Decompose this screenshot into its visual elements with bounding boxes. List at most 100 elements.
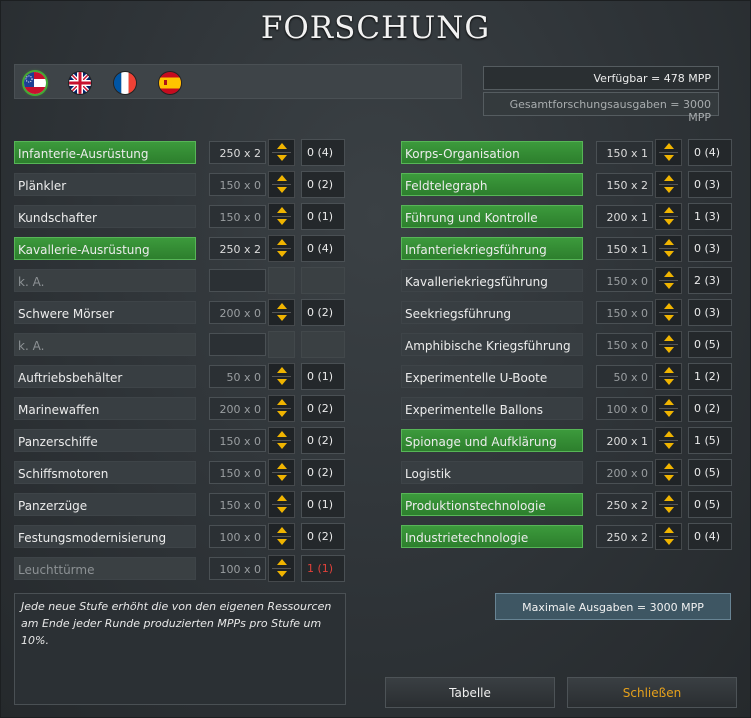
tech-name[interactable]: Seekriegsführung (401, 301, 583, 324)
tech-name[interactable]: Festungsmodernisierung (14, 525, 196, 548)
arrow-up-icon[interactable] (277, 143, 287, 149)
arrow-up-icon[interactable] (277, 175, 287, 181)
investment-stepper[interactable] (655, 427, 682, 454)
arrow-down-icon[interactable] (277, 187, 287, 193)
tech-name[interactable]: Feldtelegraph (401, 173, 583, 196)
investment-stepper[interactable] (268, 427, 295, 454)
investment-stepper[interactable] (655, 395, 682, 422)
investment-stepper[interactable] (655, 523, 682, 550)
tech-name[interactable]: Industrietechnologie (401, 525, 583, 548)
investment-stepper[interactable] (655, 203, 682, 230)
arrow-down-icon[interactable] (664, 507, 674, 513)
investment-stepper[interactable] (268, 363, 295, 390)
arrow-down-icon[interactable] (664, 251, 674, 257)
arrow-down-icon[interactable] (277, 315, 287, 321)
investment-stepper[interactable] (268, 299, 295, 326)
tech-name[interactable]: Panzerschiffe (14, 429, 196, 452)
tech-name[interactable]: Leuchttürme (14, 557, 196, 580)
arrow-down-icon[interactable] (277, 251, 287, 257)
tech-name[interactable]: Marinewaffen (14, 397, 196, 420)
table-button[interactable]: Tabelle (385, 677, 555, 708)
arrow-down-icon[interactable] (277, 219, 287, 225)
investment-stepper[interactable] (655, 491, 682, 518)
investment-stepper[interactable] (268, 523, 295, 550)
spain-flag-icon[interactable] (159, 72, 181, 94)
tech-name[interactable]: Schiffsmotoren (14, 461, 196, 484)
arrow-down-icon[interactable] (277, 443, 287, 449)
tech-name[interactable]: Experimentelle Ballons (401, 397, 583, 420)
investment-stepper[interactable] (655, 171, 682, 198)
arrow-down-icon[interactable] (664, 379, 674, 385)
arrow-up-icon[interactable] (664, 367, 674, 373)
investment-stepper[interactable] (268, 203, 295, 230)
arrow-up-icon[interactable] (277, 399, 287, 405)
arrow-down-icon[interactable] (664, 475, 674, 481)
arrow-down-icon[interactable] (664, 219, 674, 225)
tech-name[interactable]: Experimentelle U-Boote (401, 365, 583, 388)
arrow-down-icon[interactable] (277, 379, 287, 385)
investment-stepper[interactable] (268, 139, 295, 166)
tech-name[interactable]: k. A. (14, 333, 196, 356)
uk-flag-icon[interactable] (69, 72, 91, 94)
arrow-down-icon[interactable] (664, 539, 674, 545)
tech-name[interactable]: Logistik (401, 461, 583, 484)
arrow-down-icon[interactable] (277, 507, 287, 513)
arrow-up-icon[interactable] (277, 463, 287, 469)
arrow-up-icon[interactable] (664, 495, 674, 501)
arrow-up-icon[interactable] (664, 143, 674, 149)
investment-stepper[interactable] (655, 267, 682, 294)
arrow-up-icon[interactable] (664, 399, 674, 405)
investment-stepper[interactable] (268, 235, 295, 262)
arrow-down-icon[interactable] (664, 187, 674, 193)
tech-name[interactable]: Kavalleriekriegsführung (401, 269, 583, 292)
arrow-up-icon[interactable] (277, 431, 287, 437)
investment-stepper[interactable] (268, 555, 295, 582)
tech-name[interactable]: Produktionstechnologie (401, 493, 583, 516)
arrow-up-icon[interactable] (664, 431, 674, 437)
france-flag-icon[interactable] (114, 72, 136, 94)
arrow-down-icon[interactable] (277, 155, 287, 161)
arrow-down-icon[interactable] (664, 155, 674, 161)
arrow-down-icon[interactable] (664, 315, 674, 321)
arrow-down-icon[interactable] (277, 539, 287, 545)
tech-name[interactable]: Spionage und Aufklärung (401, 429, 583, 452)
investment-stepper[interactable] (655, 331, 682, 358)
arrow-up-icon[interactable] (277, 527, 287, 533)
arrow-down-icon[interactable] (277, 411, 287, 417)
arrow-up-icon[interactable] (664, 207, 674, 213)
tech-name[interactable]: Infanteriekriegsführung (401, 237, 583, 260)
arrow-up-icon[interactable] (277, 239, 287, 245)
tech-name[interactable]: Kavallerie-Ausrüstung (14, 237, 196, 260)
tech-name[interactable]: Plänkler (14, 173, 196, 196)
arrow-down-icon[interactable] (277, 475, 287, 481)
tech-name[interactable]: Schwere Mörser (14, 301, 196, 324)
arrow-down-icon[interactable] (277, 571, 287, 577)
investment-stepper[interactable] (655, 139, 682, 166)
arrow-up-icon[interactable] (277, 303, 287, 309)
tech-name[interactable]: Infanterie-Ausrüstung (14, 141, 196, 164)
arrow-up-icon[interactable] (277, 207, 287, 213)
arrow-down-icon[interactable] (664, 443, 674, 449)
tech-name[interactable]: Führung und Kontrolle (401, 205, 583, 228)
investment-stepper[interactable] (655, 363, 682, 390)
arrow-up-icon[interactable] (277, 559, 287, 565)
arrow-up-icon[interactable] (664, 271, 674, 277)
arrow-up-icon[interactable] (664, 239, 674, 245)
investment-stepper[interactable] (268, 171, 295, 198)
investment-stepper[interactable] (268, 395, 295, 422)
arrow-down-icon[interactable] (664, 283, 674, 289)
csa-flag-icon[interactable] (24, 72, 46, 94)
tech-name[interactable]: Korps-Organisation (401, 141, 583, 164)
investment-stepper[interactable] (655, 235, 682, 262)
arrow-up-icon[interactable] (664, 335, 674, 341)
tech-name[interactable]: Amphibische Kriegsführung (401, 333, 583, 356)
tech-name[interactable]: k. A. (14, 269, 196, 292)
arrow-up-icon[interactable] (277, 495, 287, 501)
tech-name[interactable]: Auftriebsbehälter (14, 365, 196, 388)
close-button[interactable]: Schließen (567, 677, 737, 708)
arrow-down-icon[interactable] (664, 411, 674, 417)
arrow-up-icon[interactable] (664, 463, 674, 469)
tech-name[interactable]: Kundschafter (14, 205, 196, 228)
investment-stepper[interactable] (268, 491, 295, 518)
arrow-up-icon[interactable] (277, 367, 287, 373)
